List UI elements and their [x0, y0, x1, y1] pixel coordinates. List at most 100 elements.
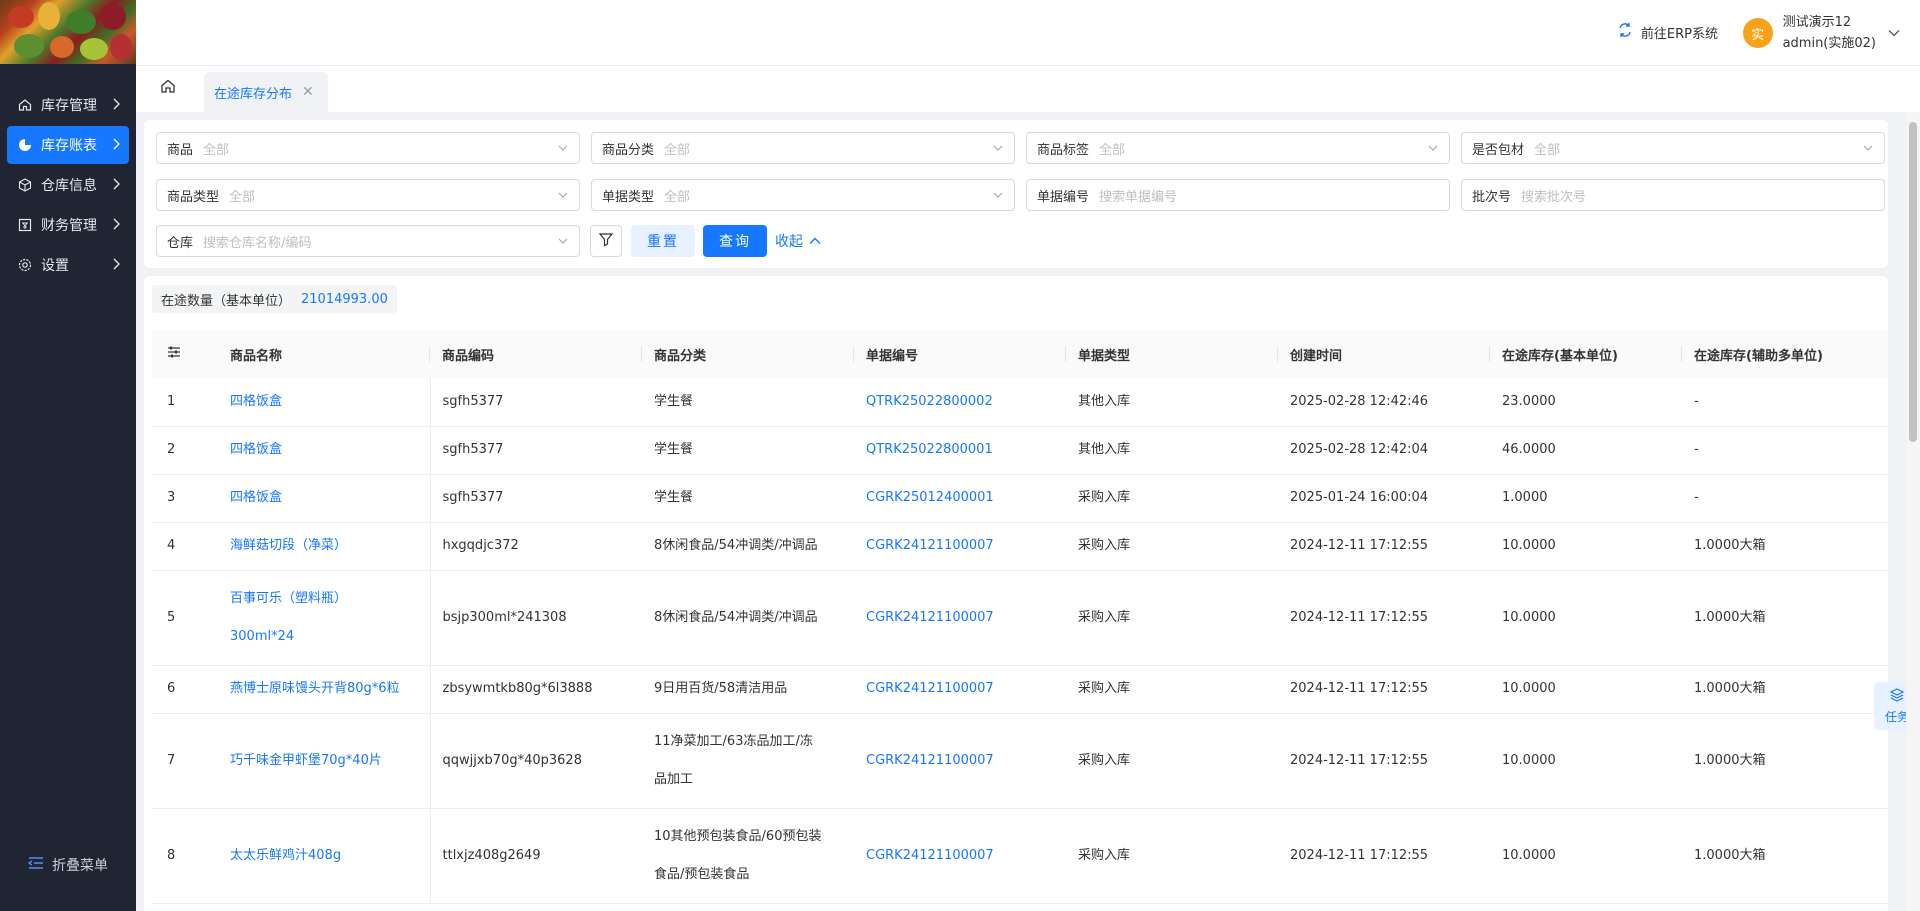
in-transit-table: 商品名称 商品编码 商品分类 单据编号 单据类型 创建时间 在途库存(基本单位)… [152, 330, 1888, 904]
tab-in-transit-stock[interactable]: 在途库存分布 ✕ [204, 72, 328, 112]
sync-icon [1617, 22, 1633, 42]
batch-no-input[interactable]: 批次号 搜索批次号 [1461, 179, 1885, 211]
close-icon[interactable]: ✕ [302, 84, 314, 100]
sidebar-item-warehouse-info[interactable]: 仓库信息 [7, 166, 129, 204]
column-header[interactable]: 商品名称 [218, 330, 430, 378]
gear-icon [17, 257, 33, 273]
in-transit-aux-qty: - [1694, 490, 1699, 505]
created-time: 2025-02-28 12:42:46 [1290, 393, 1429, 409]
product-category: 10其他预包装食品/60预包装 食品/预包装食品 [654, 828, 822, 882]
fold-filters-button[interactable]: 收起 [775, 225, 821, 257]
sidebar-item-inventory-management[interactable]: 库存管理 [7, 86, 129, 124]
document-number-link[interactable]: CGRK24121100007 [854, 522, 1066, 570]
in-transit-aux-qty: - [1694, 393, 1699, 409]
sidebar-item-label: 设置 [41, 258, 69, 274]
in-transit-base-qty: 10.0000 [1502, 681, 1556, 696]
product-type-select[interactable]: 商品类型 全部 [156, 179, 580, 211]
document-number-link[interactable]: CGRK24121100007 [854, 808, 1066, 903]
sidebar-item-label: 财务管理 [41, 218, 97, 234]
category-select[interactable]: 商品分类 全部 [591, 132, 1015, 164]
document-number-link[interactable]: CGRK25012400001 [854, 474, 1066, 522]
document-number-link[interactable]: QTRK25022800002 [854, 378, 1066, 426]
table-row: 6 燕博士原味馒头开背80g*6粒 zbsywmtkb80g*6l3888 9日用百货… [152, 665, 1888, 713]
funnel-icon [598, 231, 614, 251]
product-category: 8休闲食品/54冲调类/冲调品 [654, 538, 818, 553]
reset-button[interactable]: 重置 [631, 225, 695, 257]
table-row: 5 百事可乐（塑料瓶） 300ml*24 bsjp300ml*241308 8休闲食品/… [152, 570, 1888, 665]
document-number-link[interactable]: CGRK24121100007 [854, 570, 1066, 665]
column-header[interactable]: 创建时间 [1278, 330, 1490, 378]
user-account: admin(实施02) [1782, 36, 1876, 51]
in-transit-base-qty: 10.0000 [1502, 847, 1556, 863]
collapse-menu-button[interactable]: 折叠菜单 [0, 855, 136, 875]
product-select[interactable]: 商品 全部 [156, 132, 580, 164]
in-transit-base-qty: 46.0000 [1502, 442, 1556, 457]
chevron-right-icon [111, 177, 121, 195]
product-name-link[interactable]: 巧千味金甲虾堡70g*40片 [218, 713, 431, 808]
in-transit-aux-qty: 1.0000大箱 [1694, 681, 1766, 696]
packaging-select[interactable]: 是否包材 全部 [1461, 132, 1885, 164]
chevron-down-icon [992, 142, 1004, 154]
home-tab-icon[interactable] [160, 78, 178, 96]
product-category: 11净菜加工/63冻品加工/冻 品加工 [654, 733, 813, 787]
column-header[interactable]: 单据类型 [1066, 330, 1278, 378]
product-category: 学生餐 [654, 393, 694, 409]
table-row: 2 四格饭盒 sgfh5377 学生餐 QTRK25022800001 其他入库 2025-… [152, 426, 1888, 474]
product-name-link[interactable]: 燕博士原味馒头开背80g*6粒 [218, 665, 431, 713]
created-time: 2024-12-11 17:12:55 [1290, 752, 1429, 768]
document-number-link[interactable]: CGRK24121100007 [854, 713, 1066, 808]
user-menu[interactable]: 实 测试演示12 admin(实施02) [1742, 12, 1900, 54]
column-header[interactable]: 商品分类 [642, 330, 854, 378]
in-transit-base-qty: 10.0000 [1502, 538, 1556, 553]
query-button[interactable]: 查询 [703, 225, 767, 257]
product-code: sgfh5377 [442, 490, 504, 505]
sidebar-item-inventory-ledger[interactable]: 库存账表 [7, 126, 129, 164]
chevron-down-icon [557, 235, 569, 247]
product-name-link[interactable]: 太太乐鲜鸡汁408g [218, 808, 431, 903]
created-time: 2024-12-11 17:12:55 [1290, 681, 1429, 696]
document-type: 其他入库 [1078, 442, 1131, 457]
product-name-link[interactable]: 海鲜菇切段（净菜） [218, 522, 431, 570]
created-time: 2025-01-24 16:00:04 [1290, 490, 1429, 505]
page-scrollbar[interactable] [1906, 112, 1920, 911]
top-header: 前往ERP系统 实 测试演示12 admin(实施02) [136, 0, 1920, 66]
product-name-link[interactable]: 四格饭盒 [218, 474, 431, 522]
tabs-bar: 在途库存分布 ✕ [136, 66, 1920, 112]
created-time: 2024-12-11 17:12:55 [1290, 609, 1429, 625]
row-index: 4 [167, 538, 176, 553]
chevron-right-icon [111, 137, 121, 155]
column-header[interactable]: 在途库存(辅助多单位) [1682, 330, 1888, 378]
document-type: 其他入库 [1078, 393, 1131, 409]
sidebar-item-settings[interactable]: 设置 [7, 246, 129, 284]
scrollbar-thumb[interactable] [1909, 122, 1917, 442]
doc-no-input[interactable]: 单据编号 搜索单据编号 [1026, 179, 1450, 211]
column-header[interactable]: 在途库存(基本单位) [1490, 330, 1682, 378]
layers-icon [1889, 687, 1905, 706]
sidebar-item-finance[interactable]: 财务管理 [7, 206, 129, 244]
advanced-filter-button[interactable] [590, 225, 622, 257]
doc-type-select[interactable]: 单据类型 全部 [591, 179, 1015, 211]
warehouse-select[interactable]: 仓库 搜索仓库名称/编码 [156, 225, 580, 257]
product-code: sgfh5377 [442, 442, 504, 457]
chevron-right-icon [111, 257, 121, 275]
chevron-down-icon [557, 142, 569, 154]
document-number-link[interactable]: QTRK25022800001 [854, 426, 1066, 474]
document-number-link[interactable]: CGRK24121100007 [854, 665, 1066, 713]
chevron-down-icon [1862, 142, 1874, 154]
document-type: 采购入库 [1078, 490, 1131, 505]
go-to-erp-link[interactable]: 前往ERP系统 [1617, 22, 1718, 42]
column-header[interactable]: 商品编码 [430, 330, 642, 378]
tag-select[interactable]: 商品标签 全部 [1026, 132, 1450, 164]
in-transit-aux-qty: - [1694, 442, 1699, 457]
row-index: 8 [167, 847, 176, 863]
product-name-link[interactable]: 四格饭盒 [218, 378, 431, 426]
cube-icon [17, 177, 33, 193]
column-settings-icon[interactable] [152, 330, 218, 378]
column-header[interactable]: 单据编号 [854, 330, 1066, 378]
sidebar-item-label: 库存管理 [41, 98, 97, 114]
table-row: 3 四格饭盒 sgfh5377 学生餐 CGRK25012400001 采购入库 2025-… [152, 474, 1888, 522]
product-name-link[interactable]: 百事可乐（塑料瓶） 300ml*24 [218, 570, 431, 665]
created-time: 2024-12-11 17:12:55 [1290, 847, 1429, 863]
product-name-link[interactable]: 四格饭盒 [218, 426, 431, 474]
product-code: bsjp300ml*241308 [442, 609, 567, 625]
